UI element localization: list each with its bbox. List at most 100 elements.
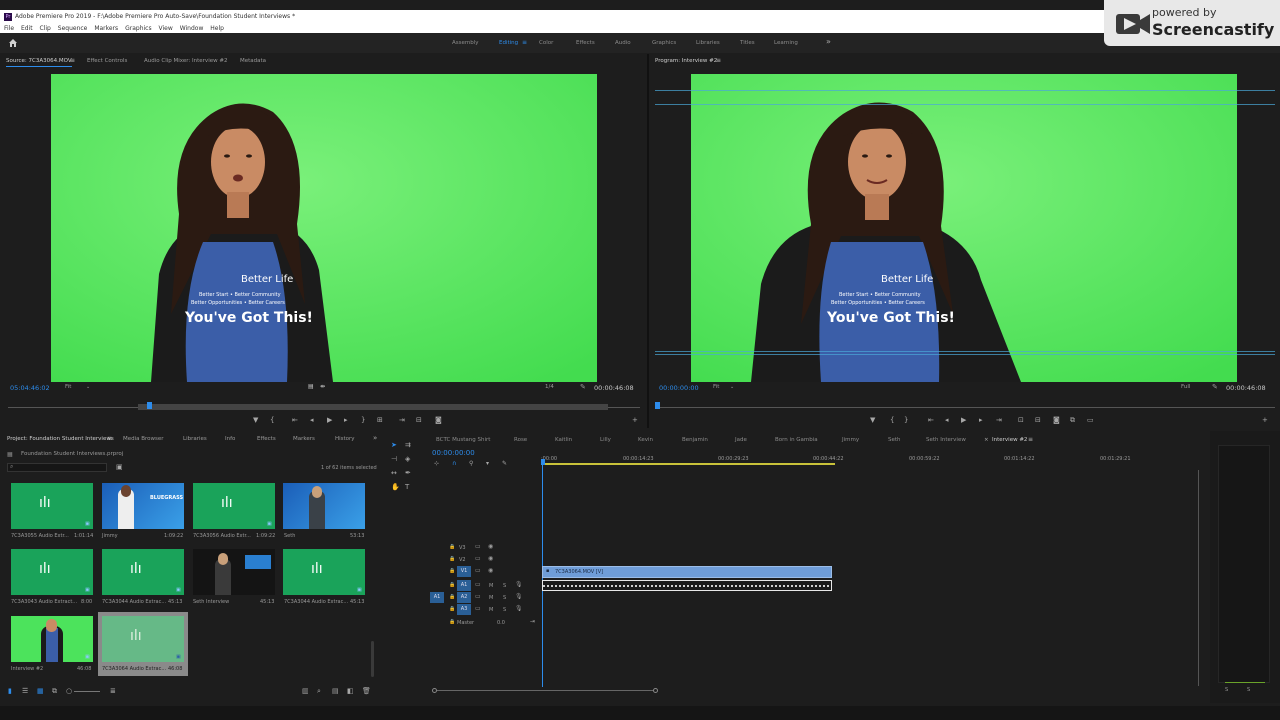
slip-tool-icon[interactable]: ↔ [391, 469, 397, 477]
menu-edit[interactable]: Edit [21, 25, 33, 32]
tab-sequence-interview-2[interactable]: Interview #2 [992, 437, 1027, 443]
new-bin-icon[interactable]: ▣ [116, 463, 123, 471]
lock-track-icon[interactable]: 🔒 [449, 544, 455, 550]
type-tool-icon[interactable]: T [405, 483, 409, 491]
list-item[interactable] [283, 483, 365, 529]
timeline-settings-icon[interactable]: ✎ [502, 460, 507, 467]
go-to-in-icon[interactable]: ⇤ [292, 416, 298, 424]
workspace-libraries[interactable]: Libraries [696, 40, 720, 46]
go-to-in-icon[interactable]: ⇤ [928, 416, 934, 424]
overwrite-icon[interactable]: ⇥ [399, 416, 405, 424]
ripple-edit-tool-icon[interactable]: ⊣ [391, 455, 397, 463]
program-scrubber[interactable] [655, 402, 1275, 413]
source-resolution-select[interactable]: 1/4 [545, 384, 554, 390]
tab-sequence-kaitlin[interactable]: Kaitlin [555, 437, 572, 443]
tab-markers[interactable]: Markers [293, 434, 315, 445]
track-target-a2[interactable]: A2 [457, 592, 471, 603]
list-item[interactable]: ılı ▣ [283, 549, 365, 595]
sync-lock-icon[interactable]: ▭ [475, 567, 481, 574]
menu-clip[interactable]: Clip [40, 25, 51, 32]
eye-icon[interactable]: ◉ [488, 567, 493, 574]
microphone-icon[interactable]: 🎙 [515, 605, 523, 612]
add-marker-icon[interactable]: ▼ [870, 416, 875, 424]
workspace-effects[interactable]: Effects [576, 40, 595, 46]
tab-libraries[interactable]: Libraries [183, 434, 207, 445]
add-marker-icon[interactable]: ▼ [253, 416, 258, 424]
timeline-timecode[interactable]: 00:00:00:00 [432, 449, 475, 457]
workspace-learning[interactable]: Learning [774, 40, 798, 46]
tab-sequence-lilly[interactable]: Lilly [600, 437, 611, 443]
project-tab-menu-icon[interactable]: ≡ [107, 435, 112, 442]
menu-view[interactable]: View [159, 25, 173, 32]
go-to-out-icon[interactable]: ⇥ [996, 416, 1002, 424]
source-timecode[interactable]: 05:04:46:02 [10, 384, 50, 392]
sync-lock-icon[interactable]: ▭ [475, 555, 481, 562]
source-drag-video-icon[interactable]: ⇹ [320, 383, 325, 390]
list-item[interactable]: ılı ▣ [193, 483, 275, 529]
eye-icon[interactable]: ◉ [488, 543, 493, 550]
source-tab-menu-icon[interactable]: ≡ [70, 57, 75, 64]
comparison-view-icon[interactable]: ⧉ [1070, 416, 1075, 425]
lock-track-icon[interactable]: 🔒 [449, 582, 455, 588]
menu-window[interactable]: Window [180, 25, 204, 32]
source-video-frame[interactable]: Better Life Better Start • Better Commun… [51, 74, 597, 382]
automate-to-sequence-icon[interactable]: ▥ [302, 687, 309, 695]
sort-icon[interactable]: ≣ [110, 687, 116, 695]
list-item[interactable]: ▣ [11, 616, 93, 662]
program-play-button[interactable]: ▶ [961, 416, 966, 424]
step-back-icon[interactable]: ◂ [310, 416, 314, 424]
workspace-color[interactable]: Color [539, 40, 553, 46]
list-item[interactable] [193, 549, 275, 595]
source-zoom-chevron-icon[interactable]: ⌄ [86, 384, 90, 390]
step-back-icon[interactable]: ◂ [945, 416, 949, 424]
workspace-overflow-button[interactable]: » [826, 37, 831, 46]
export-frame-icon[interactable]: ◙ [435, 416, 442, 424]
track-select-tool-icon[interactable]: ⇉ [405, 441, 411, 449]
solo-button[interactable]: S [503, 595, 506, 601]
tab-effects[interactable]: Effects [257, 434, 276, 445]
tab-source[interactable]: Source: 7C3A3064.MOV [6, 56, 72, 67]
sync-lock-icon[interactable]: ▭ [475, 543, 481, 550]
source-settings-icon[interactable]: ▤ [308, 383, 314, 390]
zoom-out-icon[interactable]: ○ [66, 687, 72, 695]
timeline-tab-menu-icon[interactable]: ≡ [1028, 436, 1033, 443]
compare-icon[interactable]: ⊟ [416, 416, 422, 424]
menu-file[interactable]: File [4, 25, 14, 32]
tab-sequence-kevin[interactable]: Kevin [638, 437, 653, 443]
lock-track-icon[interactable]: 🔒 [449, 556, 455, 562]
tab-sequence-jade[interactable]: Jade [735, 437, 747, 443]
mute-button[interactable]: M [489, 595, 493, 601]
list-item[interactable]: ılı ▣ [11, 549, 93, 595]
lock-icon[interactable]: ▮ [8, 687, 12, 695]
monitor-divider[interactable] [647, 54, 649, 428]
tab-close-icon[interactable]: × [984, 437, 989, 443]
workspace-menu-icon[interactable]: ≡ [522, 39, 527, 46]
scroll-handle-right[interactable] [653, 688, 658, 693]
tab-history[interactable]: History [335, 434, 355, 445]
mark-in-icon[interactable]: { [270, 416, 274, 424]
lock-track-icon[interactable]: 🔒 [449, 594, 455, 600]
program-add-button-icon[interactable]: + [1262, 416, 1268, 424]
meter-solo-left[interactable]: S [1225, 687, 1228, 693]
mark-in-icon[interactable]: { [890, 416, 894, 424]
home-icon[interactable] [8, 38, 18, 48]
selection-tool-icon[interactable]: ➤ [391, 441, 397, 449]
workspace-graphics[interactable]: Graphics [652, 40, 676, 46]
source-zoom-select[interactable]: Fit [65, 384, 71, 390]
program-wrench-icon[interactable]: ✎ [1212, 383, 1218, 391]
tab-metadata[interactable]: Metadata [240, 56, 266, 67]
pen-tool-icon[interactable]: ✒ [405, 469, 411, 477]
workspace-assembly[interactable]: Assembly [452, 40, 479, 46]
list-item[interactable]: BLUEGRASS [102, 483, 184, 529]
work-area-bar[interactable] [541, 463, 835, 465]
go-to-end-icon[interactable]: ⇥ [530, 618, 535, 625]
eye-icon[interactable]: ◉ [488, 555, 493, 562]
menu-help[interactable]: Help [210, 25, 224, 32]
tab-sequence-seth-interview[interactable]: Seth Interview [926, 437, 966, 443]
snap-magnet-icon[interactable]: ∩ [452, 460, 456, 467]
trash-icon[interactable]: 🗑 [362, 687, 371, 695]
workspace-editing[interactable]: Editing [499, 40, 518, 46]
menu-markers[interactable]: Markers [94, 25, 118, 32]
sync-lock-icon[interactable]: ▭ [475, 605, 481, 612]
vr-video-icon[interactable]: ▭ [1087, 416, 1094, 424]
